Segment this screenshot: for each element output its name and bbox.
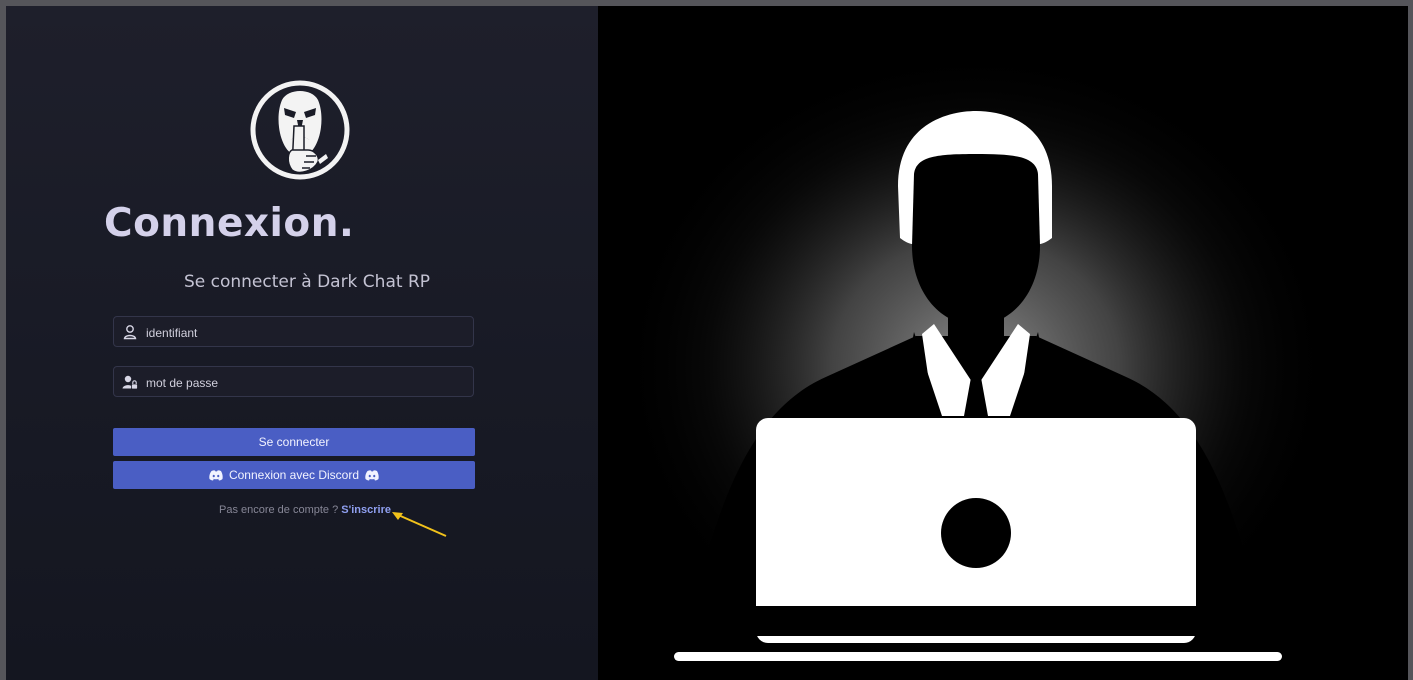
annotation-arrow-icon: [392, 512, 447, 537]
discord-icon: [209, 469, 223, 480]
login-panel: Connexion. Se connecter à Dark Chat RP S…: [6, 6, 598, 680]
signup-prompt: Pas encore de compte ? S'inscrire: [6, 504, 600, 516]
user-icon: [123, 325, 137, 340]
signup-link[interactable]: S'inscrire: [341, 504, 391, 516]
app-window: Connexion. Se connecter à Dark Chat RP S…: [0, 0, 1413, 680]
no-account-text: Pas encore de compte ?: [218, 504, 339, 516]
hush-mask-logo: [250, 80, 350, 180]
username-field[interactable]: [113, 316, 474, 348]
discord-login-button[interactable]: Connexion avec Discord: [113, 461, 475, 489]
page-subtitle: Se connecter à Dark Chat RP: [183, 272, 431, 292]
login-button[interactable]: Se connecter: [113, 428, 475, 456]
discord-icon: [365, 469, 379, 480]
hero-illustration-panel: [598, 6, 1408, 680]
password-field[interactable]: [113, 366, 474, 398]
password-input[interactable]: [144, 367, 468, 398]
user-lock-icon: [122, 375, 138, 390]
username-input[interactable]: [144, 317, 468, 348]
man-with-laptop-illustration: [598, 6, 1408, 680]
discord-button-label: Connexion avec Discord: [228, 468, 360, 482]
page-title: Connexion.: [104, 201, 355, 246]
login-button-label: Se connecter: [258, 435, 330, 449]
